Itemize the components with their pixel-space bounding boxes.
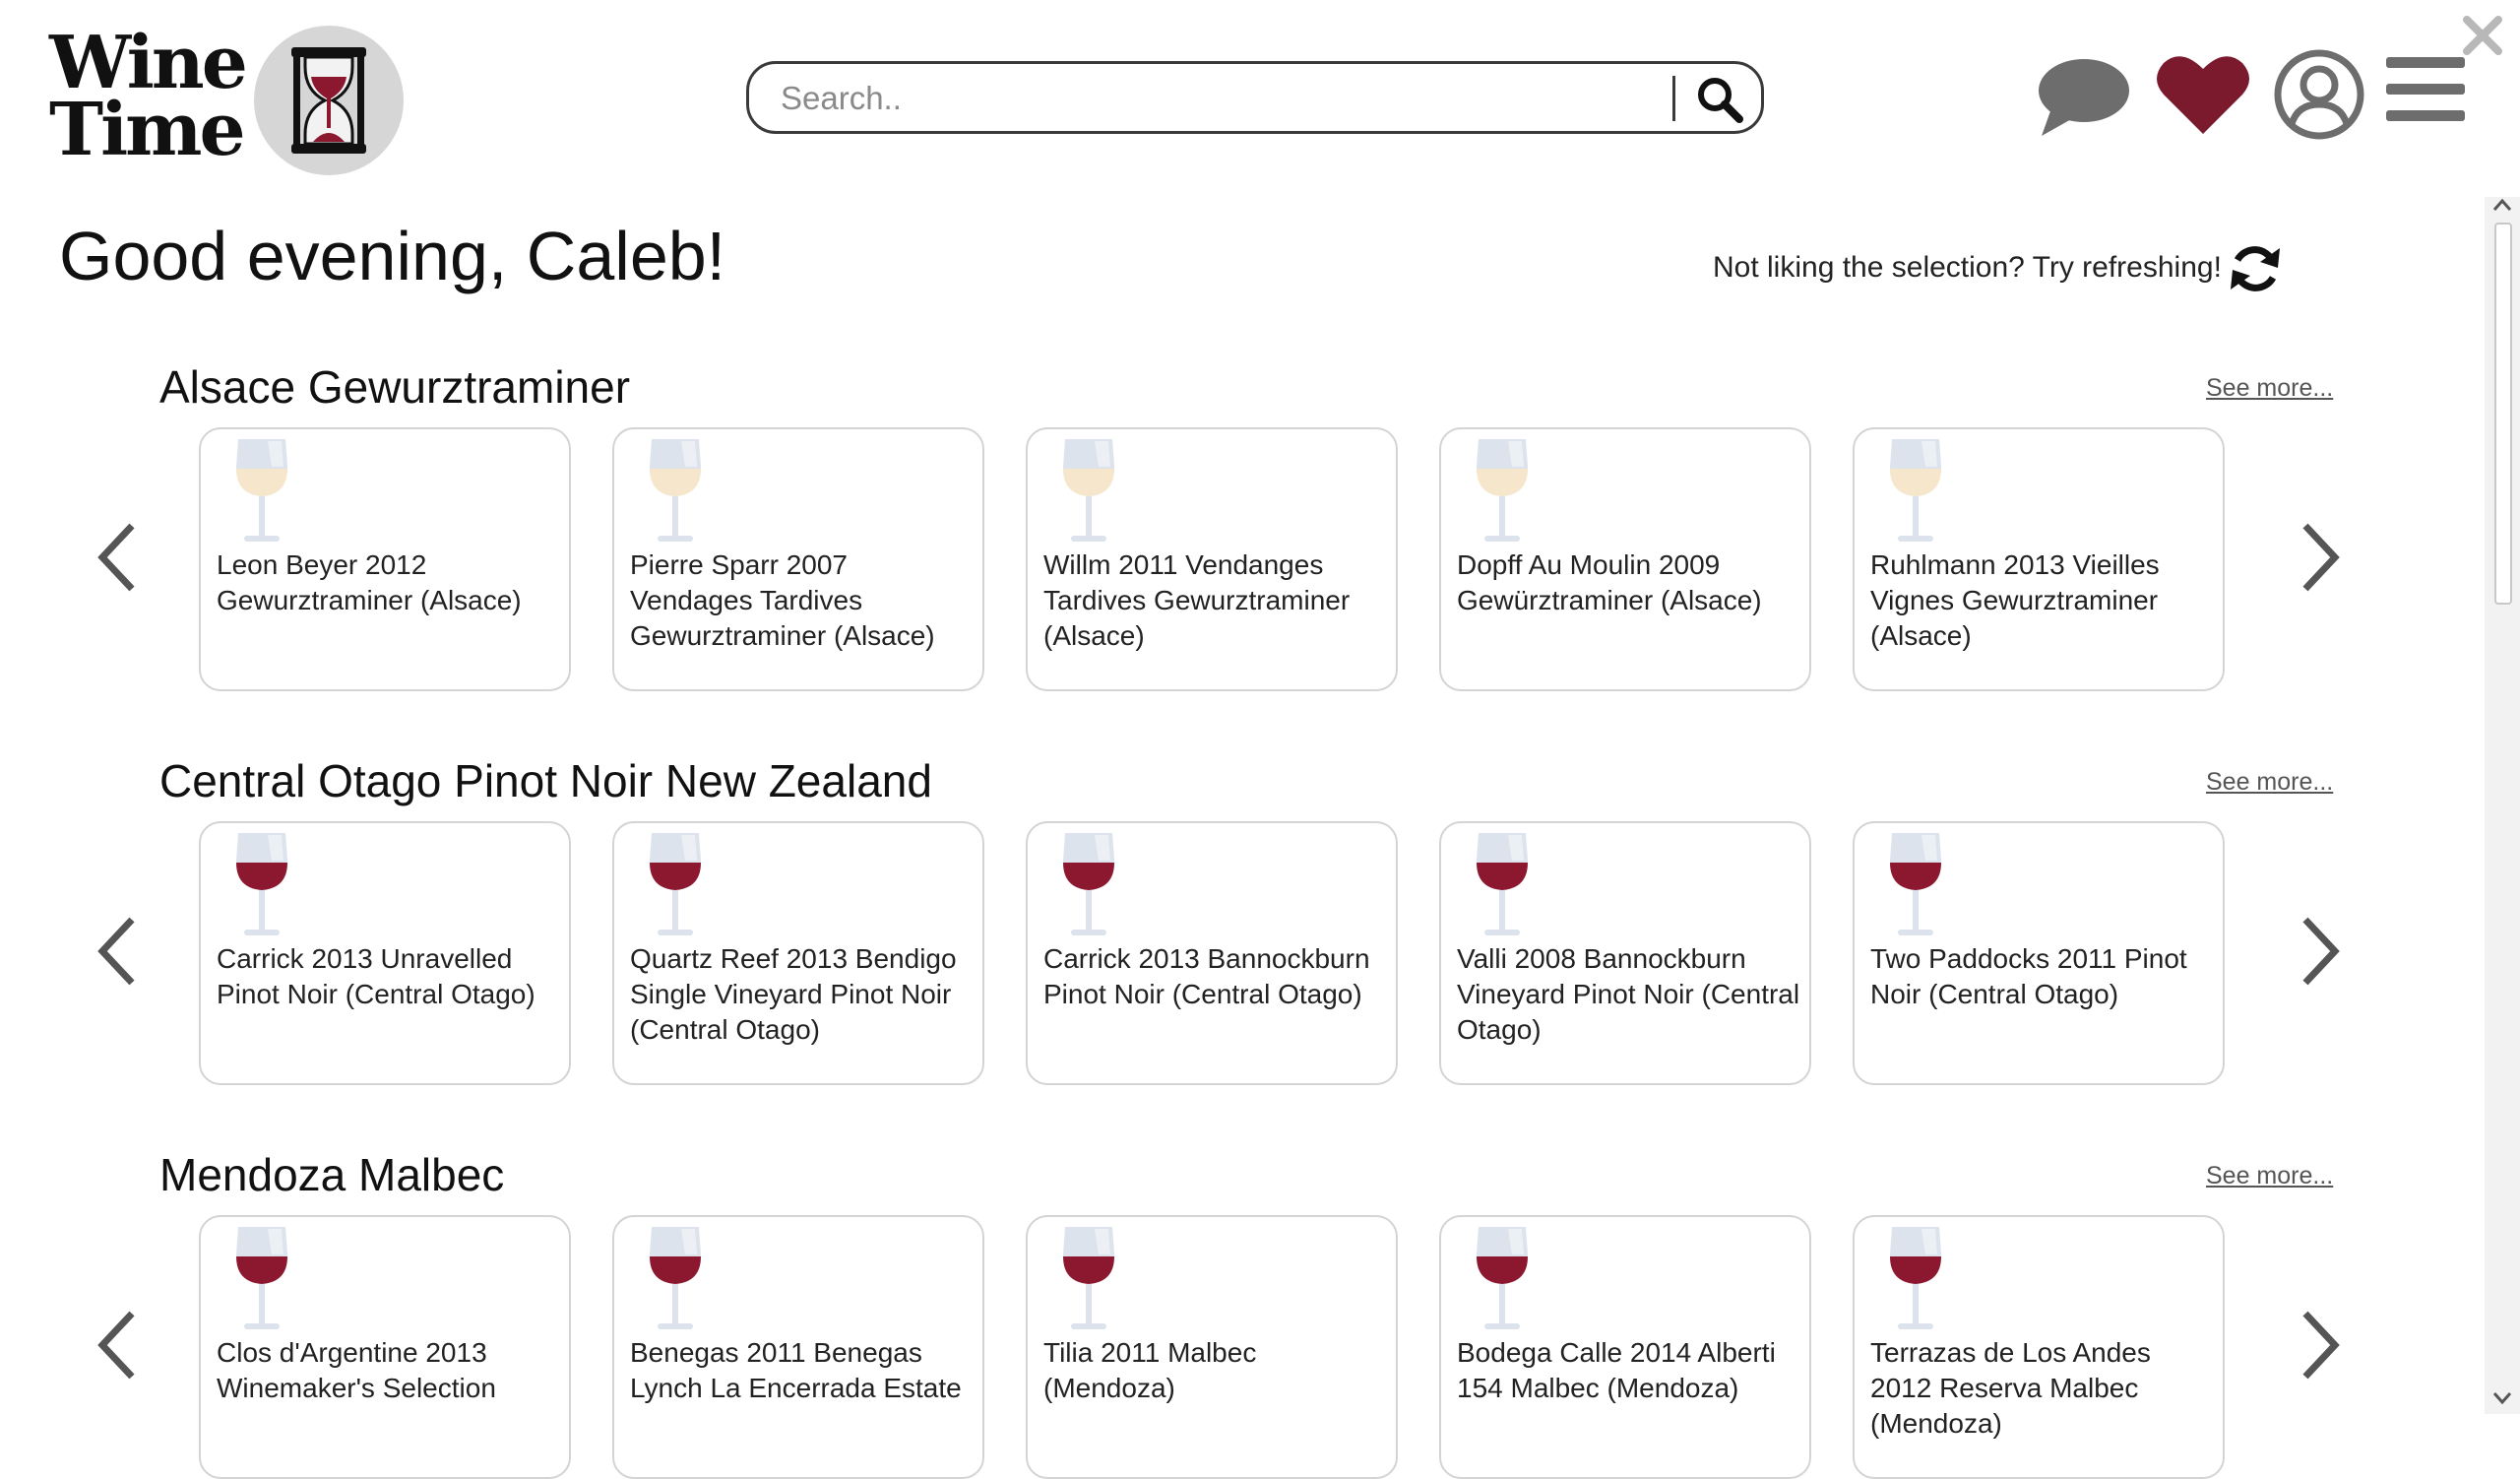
wine-card[interactable]: Carrick 2013 Unravelled Pinot Noir (Cent…: [199, 821, 571, 1085]
wine-card-title: Clos d'Argentine 2013 Winemaker's Select…: [217, 1337, 496, 1403]
scrollbar-thumb[interactable]: [2494, 223, 2512, 605]
wine-card-title: Terrazas de Los Andes 2012 Reserva Malbe…: [1870, 1337, 2151, 1439]
wine-card[interactable]: Quartz Reef 2013 Bendigo Single Vineyard…: [612, 821, 984, 1085]
greeting-heading: Good evening, Caleb!: [59, 218, 726, 294]
logo-line-2: Time: [49, 88, 246, 172]
logo-hourglass-badge[interactable]: [254, 26, 404, 175]
wine-glass-icon: [650, 439, 701, 542]
logo-line-1: Wine: [49, 21, 248, 105]
wine-card[interactable]: Dopff Au Moulin 2009 Gewürztraminer (Als…: [1439, 427, 1811, 691]
section-title: Central Otago Pinot Noir New Zealand: [159, 755, 932, 806]
wine-card[interactable]: Benegas 2011 Benegas Lynch La Encerrada …: [612, 1215, 984, 1479]
wine-card-title: Valli 2008 Bannockburn Vineyard Pinot No…: [1457, 943, 1800, 1045]
wine-glass-icon: [1063, 439, 1114, 542]
wine-card-title: Leon Beyer 2012 Gewurztraminer (Alsace): [217, 549, 522, 615]
see-more-link[interactable]: See more...: [2206, 374, 2333, 403]
wine-card[interactable]: Carrick 2013 Bannockburn Pinot Noir (Cen…: [1026, 821, 1398, 1085]
wine-card[interactable]: Willm 2011 Vendanges Tardives Gewurztram…: [1026, 427, 1398, 691]
wine-glass-icon: [1477, 833, 1528, 935]
wine-glass-icon: [1063, 1227, 1114, 1329]
wine-glass-icon: [236, 1227, 287, 1329]
chat-icon[interactable]: [2038, 57, 2130, 138]
wine-glass-icon: [236, 439, 287, 542]
wine-glass-icon: [1890, 1227, 1941, 1329]
wine-card-title: Tilia 2011 Malbec (Mendoza): [1043, 1337, 1257, 1403]
section-title: Alsace Gewurztraminer: [159, 361, 631, 413]
search-bar[interactable]: [746, 61, 1764, 134]
carousel-next-chevron-icon[interactable]: [2296, 916, 2343, 987]
wine-glass-icon: [650, 833, 701, 935]
wine-glass-icon: [236, 833, 287, 935]
search-icon[interactable]: [1694, 74, 1745, 125]
wine-card[interactable]: Leon Beyer 2012 Gewurztraminer (Alsace): [199, 427, 571, 691]
wine-glass-icon: [1890, 439, 1941, 542]
refresh-icon[interactable]: [2227, 240, 2284, 297]
wine-card[interactable]: Pierre Sparr 2007 Vendages Tardives Gewu…: [612, 427, 984, 691]
user-icon[interactable]: [2274, 49, 2364, 140]
wine-card[interactable]: Ruhlmann 2013 Vieilles Vignes Gewurztram…: [1853, 427, 2225, 691]
carousel-prev-chevron-icon[interactable]: [94, 1310, 142, 1381]
wine-card-title: Bodega Calle 2014 Alberti 154 Malbec (Me…: [1457, 1337, 1776, 1403]
wine-card-title: Willm 2011 Vendanges Tardives Gewurztram…: [1043, 549, 1351, 651]
carousel-next-chevron-icon[interactable]: [2296, 1310, 2343, 1381]
carousel-next-chevron-icon[interactable]: [2296, 522, 2343, 593]
see-more-link[interactable]: See more...: [2206, 1162, 2333, 1190]
wine-card[interactable]: Valli 2008 Bannockburn Vineyard Pinot No…: [1439, 821, 1811, 1085]
wine-glass-icon: [1890, 833, 1941, 935]
hourglass-icon: [291, 47, 366, 154]
wine-card-title: Pierre Sparr 2007 Vendages Tardives Gewu…: [630, 549, 935, 651]
wine-card[interactable]: Terrazas de Los Andes 2012 Reserva Malbe…: [1853, 1215, 2225, 1479]
wine-card[interactable]: Clos d'Argentine 2013 Winemaker's Select…: [199, 1215, 571, 1479]
carousel-prev-chevron-icon[interactable]: [94, 916, 142, 987]
wine-card[interactable]: Bodega Calle 2014 Alberti 154 Malbec (Me…: [1439, 1215, 1811, 1479]
wine-card-title: Ruhlmann 2013 Vieilles Vignes Gewurztram…: [1870, 549, 2160, 651]
wine-glass-icon: [650, 1227, 701, 1329]
wine-glass-icon: [1477, 439, 1528, 542]
section-title: Mendoza Malbec: [159, 1149, 505, 1200]
carousel-prev-chevron-icon[interactable]: [94, 522, 142, 593]
close-icon[interactable]: [2461, 14, 2504, 57]
scroll-down-arrow-icon[interactable]: [2491, 1390, 2513, 1406]
wine-card-title: Two Paddocks 2011 Pinot Noir (Central Ot…: [1870, 943, 2187, 1009]
wine-card[interactable]: Tilia 2011 Malbec (Mendoza): [1026, 1215, 1398, 1479]
wine-card-title: Carrick 2013 Unravelled Pinot Noir (Cent…: [217, 943, 536, 1009]
wine-glass-icon: [1477, 1227, 1528, 1329]
search-input[interactable]: [779, 74, 1688, 123]
refresh-prompt: Not liking the selection? Try refreshing…: [1713, 251, 2222, 284]
wine-card-title: Carrick 2013 Bannockburn Pinot Noir (Cen…: [1043, 943, 1370, 1009]
heart-icon[interactable]: [2156, 53, 2250, 136]
menu-icon[interactable]: [2386, 57, 2465, 122]
see-more-link[interactable]: See more...: [2206, 768, 2333, 797]
logo-wordmark[interactable]: Wine Time: [49, 21, 248, 172]
search-divider: [1672, 76, 1675, 121]
wine-card-title: Quartz Reef 2013 Bendigo Single Vineyard…: [630, 943, 957, 1045]
wine-card[interactable]: Two Paddocks 2011 Pinot Noir (Central Ot…: [1853, 821, 2225, 1085]
wine-card-title: Benegas 2011 Benegas Lynch La Encerrada …: [630, 1337, 962, 1403]
wine-glass-icon: [1063, 833, 1114, 935]
scroll-up-arrow-icon[interactable]: [2491, 197, 2513, 213]
wine-card-title: Dopff Au Moulin 2009 Gewürztraminer (Als…: [1457, 549, 1762, 615]
